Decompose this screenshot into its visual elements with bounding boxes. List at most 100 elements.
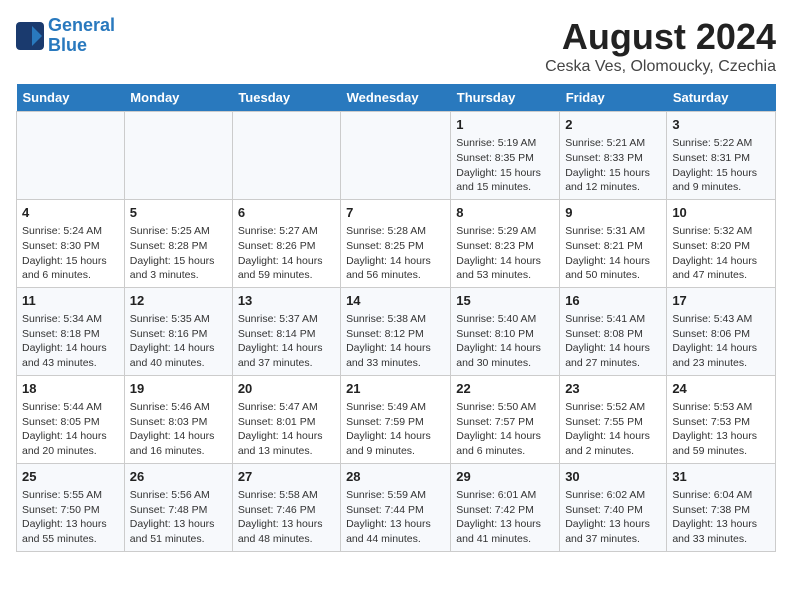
day-detail: Sunrise: 6:04 AM <box>672 488 770 503</box>
day-detail: Sunset: 8:31 PM <box>672 151 770 166</box>
day-detail: Daylight: 14 hours <box>238 429 335 444</box>
weekday-header-friday: Friday <box>560 84 667 112</box>
day-detail: and 15 minutes. <box>456 180 554 195</box>
logo-icon <box>16 22 44 50</box>
day-detail: Sunset: 7:46 PM <box>238 503 335 518</box>
day-detail: Sunrise: 5:43 AM <box>672 312 770 327</box>
weekday-header-tuesday: Tuesday <box>232 84 340 112</box>
day-detail: and 47 minutes. <box>672 268 770 283</box>
day-detail: Daylight: 14 hours <box>130 429 227 444</box>
day-number: 29 <box>456 468 554 486</box>
day-detail: Daylight: 13 hours <box>238 517 335 532</box>
day-detail: Sunset: 8:28 PM <box>130 239 227 254</box>
day-detail: Sunrise: 5:21 AM <box>565 136 661 151</box>
day-detail: Sunrise: 6:01 AM <box>456 488 554 503</box>
day-detail: Daylight: 13 hours <box>672 429 770 444</box>
weekday-header-saturday: Saturday <box>667 84 776 112</box>
day-detail: Daylight: 14 hours <box>238 341 335 356</box>
page-header: General Blue August 2024 Ceska Ves, Olom… <box>16 16 776 76</box>
day-number: 23 <box>565 380 661 398</box>
day-detail: Sunrise: 5:52 AM <box>565 400 661 415</box>
day-cell: 28Sunrise: 5:59 AMSunset: 7:44 PMDayligh… <box>341 463 451 551</box>
day-detail: and 20 minutes. <box>22 444 119 459</box>
day-detail: Sunset: 7:48 PM <box>130 503 227 518</box>
weekday-header-monday: Monday <box>124 84 232 112</box>
day-detail: Daylight: 14 hours <box>565 254 661 269</box>
day-detail: Sunset: 8:12 PM <box>346 327 445 342</box>
day-detail: and 12 minutes. <box>565 180 661 195</box>
day-cell: 10Sunrise: 5:32 AMSunset: 8:20 PMDayligh… <box>667 199 776 287</box>
day-detail: Sunset: 8:03 PM <box>130 415 227 430</box>
day-detail: and 56 minutes. <box>346 268 445 283</box>
day-detail: Daylight: 14 hours <box>565 429 661 444</box>
weekday-header-row: SundayMondayTuesdayWednesdayThursdayFrid… <box>17 84 776 112</box>
day-cell: 16Sunrise: 5:41 AMSunset: 8:08 PMDayligh… <box>560 287 667 375</box>
day-number: 7 <box>346 204 445 222</box>
day-number: 26 <box>130 468 227 486</box>
day-number: 20 <box>238 380 335 398</box>
day-detail: and 33 minutes. <box>672 532 770 547</box>
day-detail: Sunset: 7:44 PM <box>346 503 445 518</box>
day-detail: Sunrise: 5:37 AM <box>238 312 335 327</box>
day-cell <box>341 112 451 200</box>
week-row-4: 18Sunrise: 5:44 AMSunset: 8:05 PMDayligh… <box>17 375 776 463</box>
day-detail: and 3 minutes. <box>130 268 227 283</box>
week-row-3: 11Sunrise: 5:34 AMSunset: 8:18 PMDayligh… <box>17 287 776 375</box>
day-cell: 15Sunrise: 5:40 AMSunset: 8:10 PMDayligh… <box>451 287 560 375</box>
day-detail: Sunrise: 6:02 AM <box>565 488 661 503</box>
day-number: 13 <box>238 292 335 310</box>
day-cell: 11Sunrise: 5:34 AMSunset: 8:18 PMDayligh… <box>17 287 125 375</box>
day-cell: 22Sunrise: 5:50 AMSunset: 7:57 PMDayligh… <box>451 375 560 463</box>
day-detail: and 59 minutes. <box>238 268 335 283</box>
day-number: 11 <box>22 292 119 310</box>
day-detail: Daylight: 14 hours <box>672 254 770 269</box>
day-cell: 6Sunrise: 5:27 AMSunset: 8:26 PMDaylight… <box>232 199 340 287</box>
day-detail: Sunset: 7:57 PM <box>456 415 554 430</box>
day-detail: Daylight: 15 hours <box>456 166 554 181</box>
day-detail: Daylight: 14 hours <box>22 341 119 356</box>
day-detail: and 9 minutes. <box>346 444 445 459</box>
day-detail: Daylight: 14 hours <box>346 254 445 269</box>
day-cell: 24 Sunrise: 5:53 AMSunset: 7:53 PMDayligh… <box>667 375 776 463</box>
day-cell: 31Sunrise: 6:04 AMSunset: 7:38 PMDayligh… <box>667 463 776 551</box>
day-detail: Sunrise: 5:22 AM <box>672 136 770 151</box>
day-number: 1 <box>456 116 554 134</box>
day-number: 9 <box>565 204 661 222</box>
day-number: 18 <box>22 380 119 398</box>
day-number: 24 <box>672 380 770 398</box>
logo: General Blue <box>16 16 115 56</box>
day-detail: Sunset: 8:14 PM <box>238 327 335 342</box>
day-detail: and 9 minutes. <box>672 180 770 195</box>
day-detail: Sunrise: 5:35 AM <box>130 312 227 327</box>
day-number: 2 <box>565 116 661 134</box>
day-detail: Sunset: 7:55 PM <box>565 415 661 430</box>
day-detail: Daylight: 13 hours <box>672 517 770 532</box>
day-detail: Sunset: 8:30 PM <box>22 239 119 254</box>
weekday-header-sunday: Sunday <box>17 84 125 112</box>
day-detail: Sunrise: 5:53 AM <box>672 400 770 415</box>
day-detail: Sunrise: 5:25 AM <box>130 224 227 239</box>
day-detail: Daylight: 13 hours <box>130 517 227 532</box>
day-number: 21 <box>346 380 445 398</box>
day-detail: Daylight: 14 hours <box>565 341 661 356</box>
day-cell <box>17 112 125 200</box>
day-detail: Daylight: 14 hours <box>238 254 335 269</box>
day-detail: Daylight: 13 hours <box>22 517 119 532</box>
day-detail: and 33 minutes. <box>346 356 445 371</box>
day-cell: 29Sunrise: 6:01 AMSunset: 7:42 PMDayligh… <box>451 463 560 551</box>
day-detail: Sunset: 7:53 PM <box>672 415 770 430</box>
day-number: 17 <box>672 292 770 310</box>
day-detail: Sunset: 8:23 PM <box>456 239 554 254</box>
day-detail: Sunrise: 5:44 AM <box>22 400 119 415</box>
week-row-2: 4Sunrise: 5:24 AMSunset: 8:30 PMDaylight… <box>17 199 776 287</box>
day-detail: Daylight: 14 hours <box>456 429 554 444</box>
weekday-header-wednesday: Wednesday <box>341 84 451 112</box>
day-detail: and 30 minutes. <box>456 356 554 371</box>
day-detail: Sunrise: 5:19 AM <box>456 136 554 151</box>
day-detail: Sunrise: 5:58 AM <box>238 488 335 503</box>
day-cell <box>232 112 340 200</box>
day-detail: and 59 minutes. <box>672 444 770 459</box>
day-detail: Sunrise: 5:46 AM <box>130 400 227 415</box>
month-title: August 2024 <box>545 16 776 58</box>
day-cell: 3Sunrise: 5:22 AMSunset: 8:31 PMDaylight… <box>667 112 776 200</box>
